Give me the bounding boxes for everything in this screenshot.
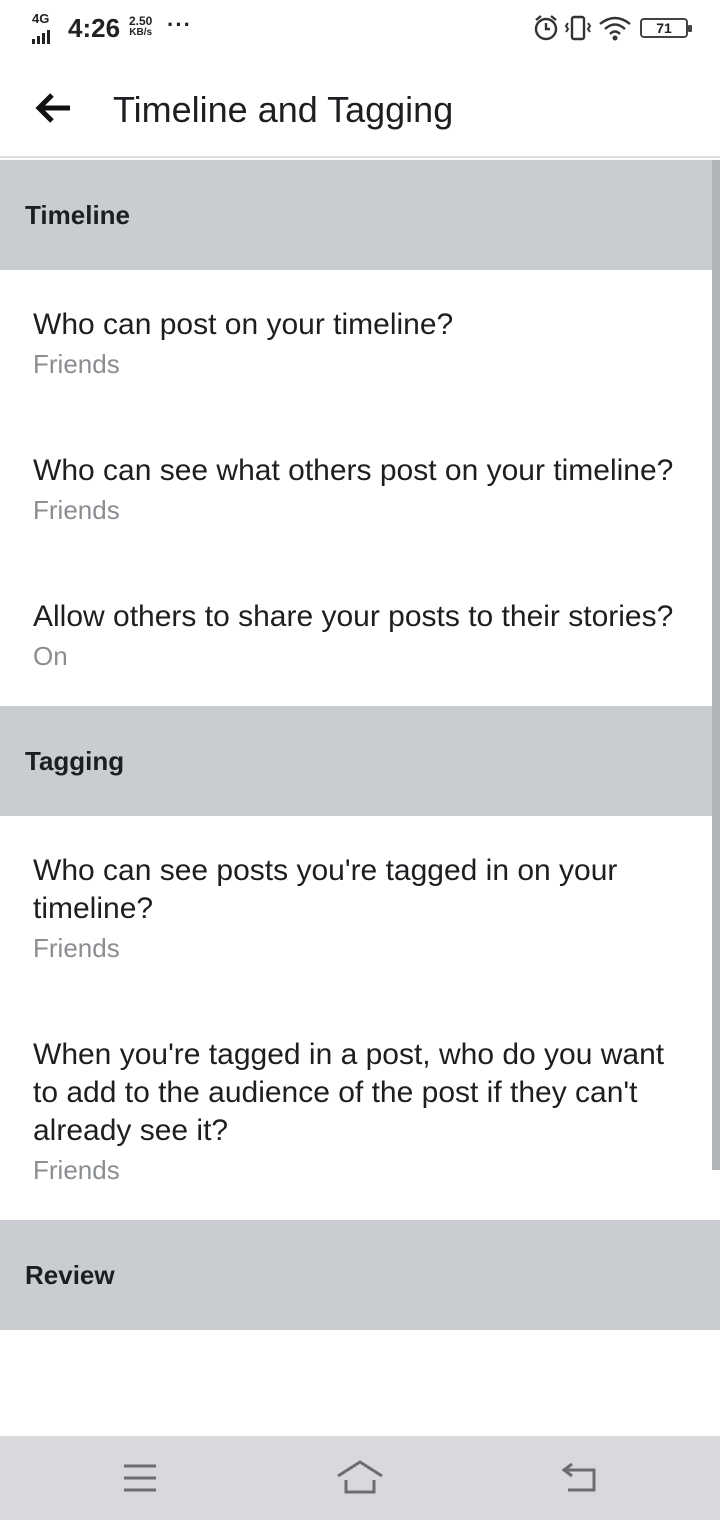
system-nav-bar (0, 1436, 720, 1520)
back-button[interactable] (34, 90, 74, 126)
status-bar: 4G 4:26 2.50 KB/s ··· 71 (0, 0, 720, 56)
setting-tagged-audience[interactable]: When you're tagged in a post, who do you… (0, 1004, 720, 1220)
setting-value: Friends (33, 933, 120, 963)
more-notifications-icon: ··· (167, 12, 192, 37)
arrow-left-icon (35, 93, 70, 123)
setting-value: Friends (33, 1155, 120, 1185)
menu-icon (124, 1464, 156, 1492)
network-speed: 2.50 KB/s (129, 15, 152, 39)
setting-allow-share-to-stories[interactable]: Allow others to share your posts to thei… (0, 566, 720, 706)
section-header-timeline: Timeline (0, 160, 720, 270)
alarm-icon (534, 15, 558, 41)
scrollbar[interactable] (712, 160, 720, 1170)
battery-icon: 71 (640, 18, 692, 38)
wifi-icon (599, 16, 631, 41)
setting-value: Friends (33, 495, 120, 525)
setting-question: Allow others to share your posts to thei… (33, 600, 674, 633)
setting-question: Who can see posts you're tagged in on yo… (33, 854, 618, 925)
setting-value: On (33, 641, 68, 671)
recent-apps-button[interactable] (116, 1456, 164, 1500)
vibrate-icon (564, 15, 592, 41)
speed-value: 2.50 (129, 14, 153, 28)
settings-list[interactable]: Timeline Who can post on your timeline? … (0, 160, 720, 1436)
page-title: Timeline and Tagging (113, 89, 454, 130)
setting-who-can-post[interactable]: Who can post on your timeline? Friends (0, 270, 720, 420)
home-button[interactable] (336, 1456, 384, 1500)
back-icon (561, 1462, 596, 1492)
section-header-review: Review (0, 1220, 720, 1330)
app-bar: Timeline and Tagging (0, 56, 720, 158)
network-type: 4G (32, 11, 50, 26)
setting-who-can-see-tagged-posts[interactable]: Who can see posts you're tagged in on yo… (0, 816, 720, 1004)
setting-who-can-see-others-posts[interactable]: Who can see what others post on your tim… (0, 420, 720, 566)
home-icon (337, 1460, 383, 1494)
setting-question: Who can see what others post on your tim… (33, 454, 674, 487)
setting-question: When you're tagged in a post, who do you… (33, 1038, 665, 1147)
setting-value: Friends (33, 349, 120, 379)
clock: 4:26 (68, 13, 121, 43)
setting-question: Who can post on your timeline? (33, 308, 454, 341)
speed-unit: KB/s (129, 27, 153, 38)
system-back-button[interactable] (556, 1456, 604, 1500)
signal-icon (32, 26, 52, 44)
section-header-tagging: Tagging (0, 706, 720, 816)
